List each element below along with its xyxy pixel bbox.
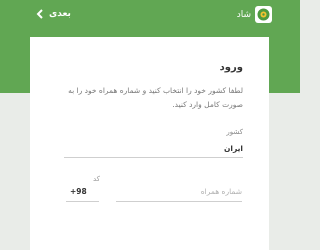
brand: شاد	[237, 6, 272, 23]
brand-name: شاد	[236, 9, 251, 20]
login-card: ورود لطفا کشور خود را انتخاب کنید و شمار…	[30, 37, 269, 250]
country-select[interactable]: ایران	[224, 144, 243, 153]
next-button-label: بعدی	[49, 9, 71, 19]
country-label: کشور	[226, 128, 243, 136]
code-underline	[66, 201, 99, 202]
instruction-text: لطفا کشور خود را انتخاب کنید و شماره همر…	[68, 86, 243, 109]
shad-logo-icon	[255, 6, 272, 23]
country-code-field[interactable]: +98	[70, 187, 87, 196]
phone-number-input[interactable]	[116, 182, 242, 202]
code-label: کد	[93, 175, 101, 183]
chevron-left-icon	[36, 9, 43, 19]
next-button[interactable]: بعدی	[36, 7, 71, 21]
country-underline	[64, 157, 243, 158]
page-title: ورود	[219, 62, 243, 73]
